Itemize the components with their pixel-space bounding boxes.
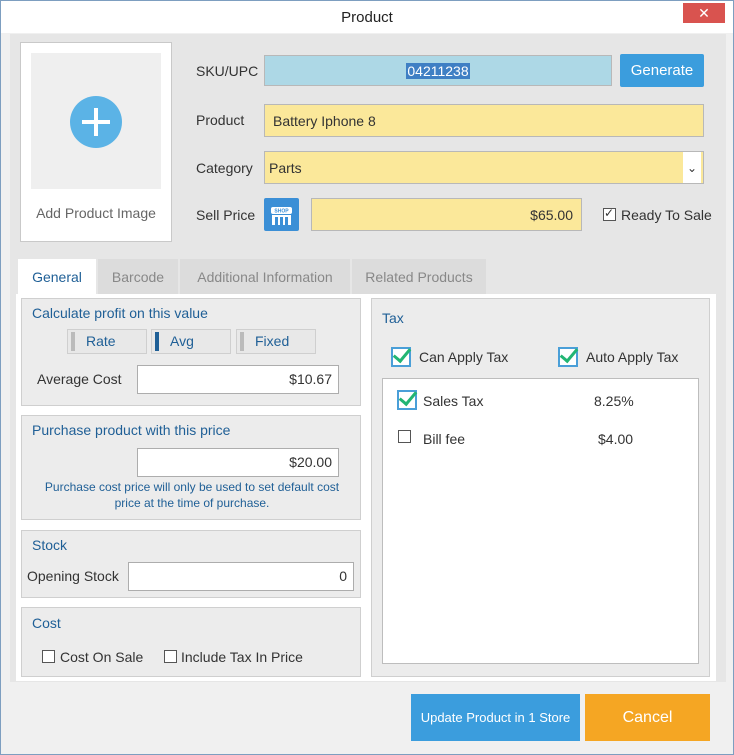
product-name-input[interactable]: Battery Iphone 8	[264, 104, 704, 137]
sku-label: SKU/UPC	[196, 63, 259, 79]
title-bar: Product ✕	[1, 1, 733, 33]
sku-input[interactable]: 04211238	[264, 55, 612, 86]
average-cost-label: Average Cost	[37, 371, 122, 387]
update-product-button[interactable]: Update Product in 1 Store	[411, 694, 580, 741]
tax-group-title: Tax	[382, 310, 404, 326]
cost-group-title: Cost	[32, 615, 61, 631]
auto-apply-tax-checkbox[interactable]	[558, 347, 578, 367]
include-tax-checkbox[interactable]	[164, 650, 177, 663]
tab-barcode[interactable]: Barcode	[98, 259, 178, 295]
add-image-icon[interactable]	[70, 96, 122, 148]
profit-group: Calculate profit on this value Rate Avg …	[21, 298, 361, 406]
category-value: Parts	[269, 159, 302, 176]
sell-price-input[interactable]: $65.00	[311, 198, 582, 231]
category-select[interactable]: Parts ⌄	[264, 151, 704, 184]
chevron-down-icon[interactable]: ⌄	[683, 152, 701, 183]
shop-icon[interactable]: SHOP	[264, 198, 299, 231]
window-title: Product	[341, 9, 393, 26]
purchase-price-input[interactable]: $20.00	[137, 448, 339, 477]
tax-group: Tax Can Apply Tax Auto Apply Tax Sales T…	[371, 298, 710, 677]
purchase-group: Purchase product with this price $20.00 …	[21, 415, 361, 520]
bill-fee-checkbox[interactable]	[398, 430, 411, 443]
opening-stock-label: Opening Stock	[27, 568, 119, 584]
average-cost-input[interactable]: $10.67	[137, 365, 339, 394]
opening-stock-input[interactable]: 0	[128, 562, 354, 591]
product-label: Product	[196, 112, 245, 128]
category-label: Category	[196, 160, 253, 176]
bill-fee-name: Bill fee	[423, 431, 466, 447]
cost-group: Cost Cost On Sale Include Tax In Price	[21, 607, 361, 677]
sales-tax-checkbox[interactable]	[397, 390, 417, 410]
can-apply-tax-checkbox[interactable]	[391, 347, 411, 367]
close-icon: ✕	[698, 5, 710, 21]
sales-tax-name: Sales Tax	[423, 393, 484, 409]
cost-on-sale-checkbox[interactable]	[42, 650, 55, 663]
cancel-button[interactable]: Cancel	[585, 694, 710, 741]
add-product-image[interactable]: Add Product Image	[20, 42, 172, 242]
tab-general[interactable]: General	[18, 259, 96, 296]
fixed-button[interactable]: Fixed	[236, 329, 316, 354]
avg-button[interactable]: Avg	[151, 329, 231, 354]
stock-group-title: Stock	[32, 537, 68, 553]
tab-related-products[interactable]: Related Products	[352, 259, 486, 295]
purchase-group-title: Purchase product with this price	[32, 422, 231, 438]
purchase-note: Purchase cost price will only be used to…	[44, 480, 340, 510]
rate-button[interactable]: Rate	[67, 329, 147, 354]
tax-list: Sales Tax 8.25% Bill fee $4.00	[382, 378, 699, 664]
cost-on-sale-label: Cost On Sale	[60, 649, 144, 665]
generate-button[interactable]: Generate	[620, 54, 704, 87]
image-placeholder[interactable]	[31, 53, 161, 189]
sell-price-label: Sell Price	[196, 207, 256, 223]
close-button[interactable]: ✕	[683, 3, 725, 23]
bill-fee-value: $4.00	[598, 431, 634, 447]
shop-icon-text: SHOP	[274, 209, 289, 215]
stock-group: Stock Opening Stock 0	[21, 530, 361, 598]
ready-to-sale-label: Ready To Sale	[621, 207, 712, 223]
profit-group-title: Calculate profit on this value	[32, 305, 208, 321]
tab-additional-information[interactable]: Additional Information	[180, 259, 350, 295]
add-image-label: Add Product Image	[36, 205, 156, 221]
sku-value: 04211238	[406, 62, 470, 79]
include-tax-label: Include Tax In Price	[181, 649, 303, 665]
can-apply-tax-label: Can Apply Tax	[419, 349, 509, 365]
sales-tax-value: 8.25%	[594, 393, 634, 409]
auto-apply-tax-label: Auto Apply Tax	[586, 349, 679, 365]
ready-to-sale-checkbox[interactable]	[603, 206, 616, 221]
product-dialog: Product ✕ Add Product Image SKU/UPC 0421…	[0, 0, 734, 755]
shop-icon-graphic: SHOP	[271, 207, 292, 225]
